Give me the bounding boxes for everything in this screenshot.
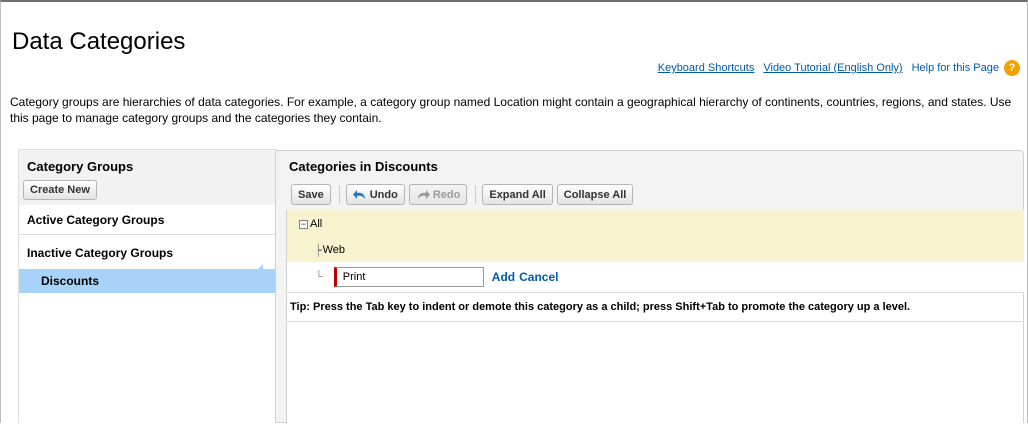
tree-connector-icon: └ [315,271,323,283]
collapse-all-label: Collapse All [563,188,627,201]
undo-icon [352,189,365,199]
redo-button-label: Redo [432,188,461,201]
help-for-page-link[interactable]: Help for this Page [912,62,999,74]
expand-all-label: Expand All [489,188,546,201]
active-category-groups-header[interactable]: Active Category Groups [19,205,276,235]
categories-toolbar: Save Undo Redo Expand All Collapse All [291,184,637,205]
tree-node-label: All [310,218,323,230]
tree-tip-text: Tip: Press the Tab key to indent or demo… [287,292,1024,322]
toolbar-divider [338,185,340,204]
category-group-item-discounts[interactable]: Discounts [19,269,276,293]
undo-button[interactable]: Undo [345,184,405,205]
tree-node-new-category: └ Add Cancel [287,262,1024,292]
tree-node-all[interactable]: − All [287,210,1024,238]
new-category-input[interactable] [333,267,484,287]
tree-node-label: Web [322,244,346,256]
collapse-all-button[interactable]: Collapse All [556,184,634,205]
expand-all-button[interactable]: Expand All [482,184,553,205]
category-groups-list: Active Category Groups Inactive Category… [19,205,276,424]
redo-icon [417,189,430,199]
page-title: Data Categories [12,28,186,55]
tree-connector-icon: ┝ [315,244,322,257]
tree-node-web[interactable]: ┝ Web [287,238,1024,262]
categories-panel: Categories in Discounts Save Undo Redo E… [275,150,1024,424]
page-description: Category groups are hierarchies of data … [10,95,1012,125]
selection-pointer [251,264,263,288]
cancel-category-link[interactable]: Cancel [519,270,558,284]
inactive-category-groups-header[interactable]: Inactive Category Groups [19,238,276,268]
redo-button[interactable]: Redo [408,184,468,205]
create-new-button[interactable]: Create New [23,180,97,200]
help-links: Keyboard Shortcuts Video Tutorial (Engli… [649,60,1020,76]
undo-button-label: Undo [369,188,398,201]
category-tree: − All ┝ Web └ Add Cancel Tip: Press the … [286,210,1024,424]
add-category-link[interactable]: Add [492,270,515,284]
help-icon[interactable]: ? [1004,60,1020,76]
category-groups-panel: Category Groups Create New Active Catego… [18,149,277,424]
collapse-toggle-icon[interactable]: − [299,219,308,229]
keyboard-shortcuts-link[interactable]: Keyboard Shortcuts [658,62,755,74]
category-groups-title: Category Groups [27,159,134,174]
video-tutorial-link[interactable]: Video Tutorial (English Only) [763,62,902,74]
toolbar-divider [475,185,477,204]
save-button-label: Save [298,188,324,201]
categories-title: Categories in Discounts [289,159,438,174]
save-button[interactable]: Save [291,184,331,205]
